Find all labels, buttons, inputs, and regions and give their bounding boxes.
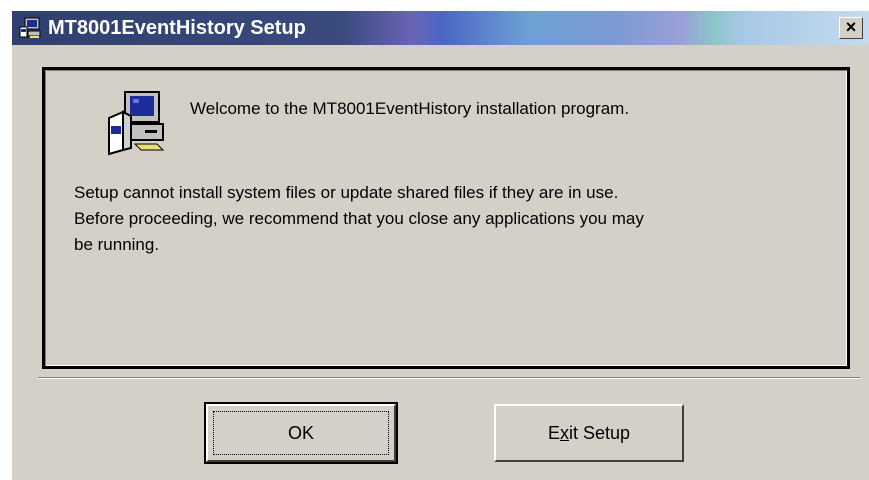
exit-setup-button[interactable]: Exit Setup <box>494 404 684 462</box>
window-title: MT8001EventHistory Setup <box>48 17 306 39</box>
title-bar[interactable]: MT8001EventHistory Setup × <box>12 11 869 45</box>
setup-computer-icon <box>19 17 41 38</box>
welcome-text: Welcome to the MT8001EventHistory instal… <box>190 99 630 118</box>
focus-rectangle <box>213 411 389 455</box>
content-panel: Welcome to the MT8001EventHistory instal… <box>42 67 850 369</box>
exit-label-mnemonic: x <box>559 423 569 443</box>
exit-label-suffix: it Setup <box>568 423 631 443</box>
ok-button[interactable]: OK <box>204 402 398 464</box>
close-button[interactable]: × <box>839 17 863 39</box>
divider <box>38 377 860 379</box>
setup-dialog: MT8001EventHistory Setup × Welcome to th… <box>10 9 869 480</box>
exit-label-prefix: E <box>547 423 560 443</box>
setup-computer-icon <box>108 91 165 156</box>
setup-message: Setup cannot install system files or upd… <box>74 183 644 254</box>
